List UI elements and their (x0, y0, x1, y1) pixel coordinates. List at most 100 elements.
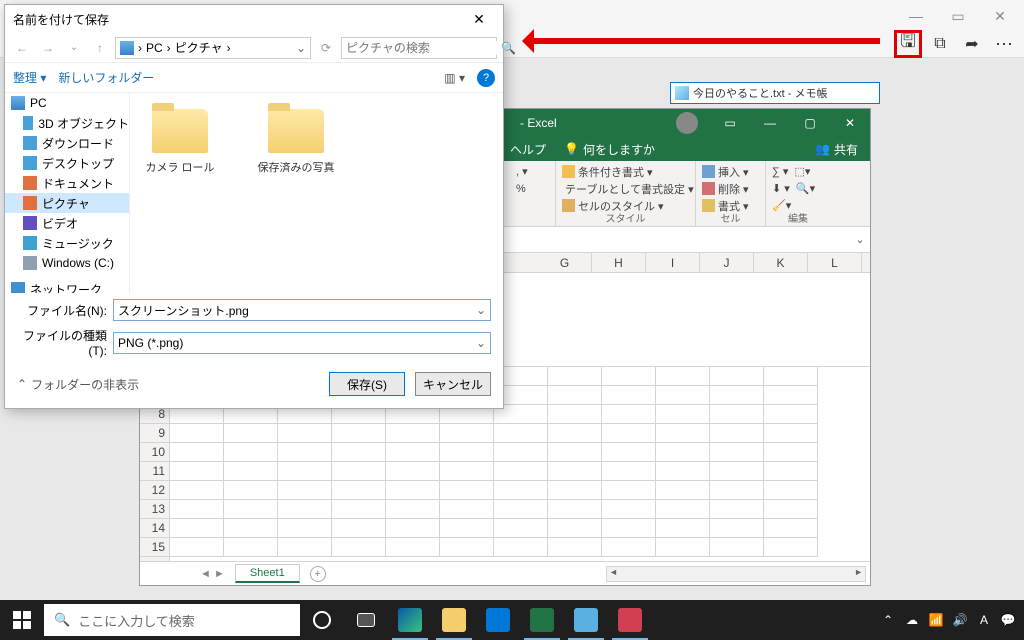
share-icon[interactable] (958, 30, 986, 58)
tray-chevron-icon[interactable]: ⌃ (880, 612, 896, 628)
filename-field[interactable]: スクリーンショット.png (113, 299, 491, 321)
more-icon[interactable] (990, 30, 1018, 58)
col-header[interactable]: I (646, 253, 700, 272)
row-header[interactable]: 15 (140, 538, 169, 557)
address-bar[interactable]: › PC › ピクチャ › ⌄ (115, 37, 311, 59)
tray-ime-icon[interactable]: A (976, 612, 992, 628)
tray-notifications-icon[interactable]: 💬 (1000, 612, 1016, 628)
breadcrumb[interactable]: PC (146, 41, 163, 55)
excel-maximize-button[interactable]: ▢ (790, 109, 830, 137)
file-list[interactable]: カメラ ロール 保存済みの写真 (130, 93, 503, 293)
maximize-button[interactable]: ▭ (946, 6, 970, 26)
insert-cells[interactable]: 挿入 ▾ (702, 163, 759, 180)
folder-item[interactable]: 保存済みの写真 (256, 109, 336, 175)
ribbon-group-editing: ∑ ▾ ⬚▾ ⬇ ▾ 🔍▾ 🧹▾ 編集 (766, 161, 830, 226)
col-header[interactable]: L (808, 253, 862, 272)
filetype-field[interactable]: PNG (*.png) (113, 332, 491, 354)
row-header[interactable]: 13 (140, 500, 169, 519)
nav-up-icon[interactable]: ↑ (89, 37, 111, 59)
excel-close-button[interactable]: ✕ (830, 109, 870, 137)
sheet-tab[interactable]: Sheet1 (235, 564, 300, 583)
ribbon-group-styles: 条件付き書式 ▾ テーブルとして書式設定 ▾ セルのスタイル ▾ スタイル (556, 161, 696, 226)
notepad-titlebar[interactable]: 今日のやること.txt - メモ帳 (670, 82, 880, 104)
dialog-titlebar[interactable]: 名前を付けて保存 ✕ (5, 5, 503, 33)
dialog-toolbar: 整理 ▾ 新しいフォルダー ▥ ▾ ? (5, 63, 503, 93)
dialog-fields: ファイル名(N): スクリーンショット.png ファイルの種類(T): PNG … (5, 293, 503, 364)
search-input[interactable] (346, 41, 501, 55)
tree-item-3d[interactable]: 3D オブジェクト (5, 113, 129, 133)
folder-item[interactable]: カメラ ロール (140, 109, 220, 175)
save-icon[interactable] (894, 30, 922, 58)
hide-folders-toggle[interactable]: ⌃ フォルダーの非表示 (17, 376, 139, 393)
delete-cells[interactable]: 削除 ▾ (702, 180, 759, 197)
breadcrumb[interactable]: ピクチャ (175, 39, 223, 56)
taskbar-app-notepad[interactable] (564, 600, 608, 640)
taskbar-app-edge[interactable] (388, 600, 432, 640)
nav-back-icon[interactable]: ← (11, 37, 33, 59)
tree-item-documents[interactable]: ドキュメント (5, 173, 129, 193)
add-sheet-button[interactable]: + (310, 566, 326, 582)
save-button[interactable]: 保存(S) (329, 372, 405, 396)
user-avatar-icon[interactable] (676, 112, 698, 134)
conditional-format[interactable]: 条件付き書式 ▾ (562, 163, 689, 180)
tree-item-pictures[interactable]: ピクチャ (5, 193, 129, 213)
fill[interactable]: ⬇ ▾ 🔍▾ (772, 180, 824, 197)
organize-menu[interactable]: 整理 ▾ (13, 69, 46, 86)
tray-network-icon[interactable]: 📶 (928, 612, 944, 628)
excel-minimize-button[interactable]: — (750, 109, 790, 137)
search-box[interactable]: 🔍 (341, 37, 497, 59)
folder-icon (268, 109, 324, 153)
table-format[interactable]: テーブルとして書式設定 ▾ (562, 180, 689, 197)
taskbar-search[interactable]: 🔍 ここに入力して検索 (44, 604, 300, 636)
row-header[interactable]: 12 (140, 481, 169, 500)
col-header[interactable]: H (592, 253, 646, 272)
tellme-search[interactable]: 💡 何をしますか (564, 141, 655, 158)
tree-item-music[interactable]: ミュージック (5, 233, 129, 253)
comma-style[interactable]: , ▾ (516, 163, 549, 180)
dialog-nav: ← → ⌄ ↑ › PC › ピクチャ › ⌄ ⟳ 🔍 (5, 33, 503, 63)
taskview-icon[interactable] (344, 600, 388, 640)
taskbar-app-store[interactable] (476, 600, 520, 640)
tree-item-videos[interactable]: ビデオ (5, 213, 129, 233)
row-header[interactable]: 14 (140, 519, 169, 538)
formula-expand-icon[interactable]: ⌄ (850, 233, 870, 246)
start-button[interactable] (0, 600, 44, 640)
view-options-icon[interactable]: ▥ ▾ (444, 71, 465, 85)
new-folder-button[interactable]: 新しいフォルダー (58, 69, 154, 86)
horizontal-scrollbar[interactable] (606, 566, 866, 582)
close-button[interactable]: ✕ (988, 6, 1012, 26)
taskbar: 🔍 ここに入力して検索 ⌃ ☁ 📶 🔊 A 💬 (0, 600, 1024, 640)
taskbar-app-snip[interactable] (608, 600, 652, 640)
row-header[interactable]: 9 (140, 424, 169, 443)
help-icon[interactable]: ? (477, 69, 495, 87)
minimize-button[interactable]: — (904, 6, 928, 26)
tree-item-network[interactable]: ネットワーク (5, 279, 129, 293)
row-header[interactable]: 10 (140, 443, 169, 462)
taskbar-app-excel[interactable] (520, 600, 564, 640)
search-icon: 🔍 (54, 612, 70, 628)
dialog-close-button[interactable]: ✕ (463, 5, 495, 33)
cancel-button[interactable]: キャンセル (415, 372, 491, 396)
row-header[interactable]: 11 (140, 462, 169, 481)
cortana-icon[interactable] (300, 600, 344, 640)
ribbon-options-icon[interactable]: ▭ (710, 109, 750, 137)
autosum[interactable]: ∑ ▾ ⬚▾ (772, 163, 824, 180)
taskbar-app-explorer[interactable] (432, 600, 476, 640)
tab-help[interactable]: ヘルプ (510, 141, 546, 158)
copy-icon[interactable] (926, 30, 954, 58)
tree-item-pc[interactable]: PC (5, 93, 129, 113)
col-header[interactable]: J (700, 253, 754, 272)
col-header[interactable]: G (538, 253, 592, 272)
tree-item-cdrive[interactable]: Windows (C:) (5, 253, 129, 273)
nav-history-icon[interactable]: ⌄ (63, 37, 85, 59)
tree-item-desktop[interactable]: デスクトップ (5, 153, 129, 173)
refresh-icon[interactable]: ⟳ (315, 37, 337, 59)
tree-item-downloads[interactable]: ダウンロード (5, 133, 129, 153)
filename-label: ファイル名(N): (17, 302, 107, 319)
tray-volume-icon[interactable]: 🔊 (952, 612, 968, 628)
col-header[interactable]: K (754, 253, 808, 272)
percent-format[interactable]: % (516, 180, 549, 197)
share-button[interactable]: 👥 共有 (815, 141, 858, 158)
nav-forward-icon[interactable]: → (37, 37, 59, 59)
tray-onedrive-icon[interactable]: ☁ (904, 612, 920, 628)
